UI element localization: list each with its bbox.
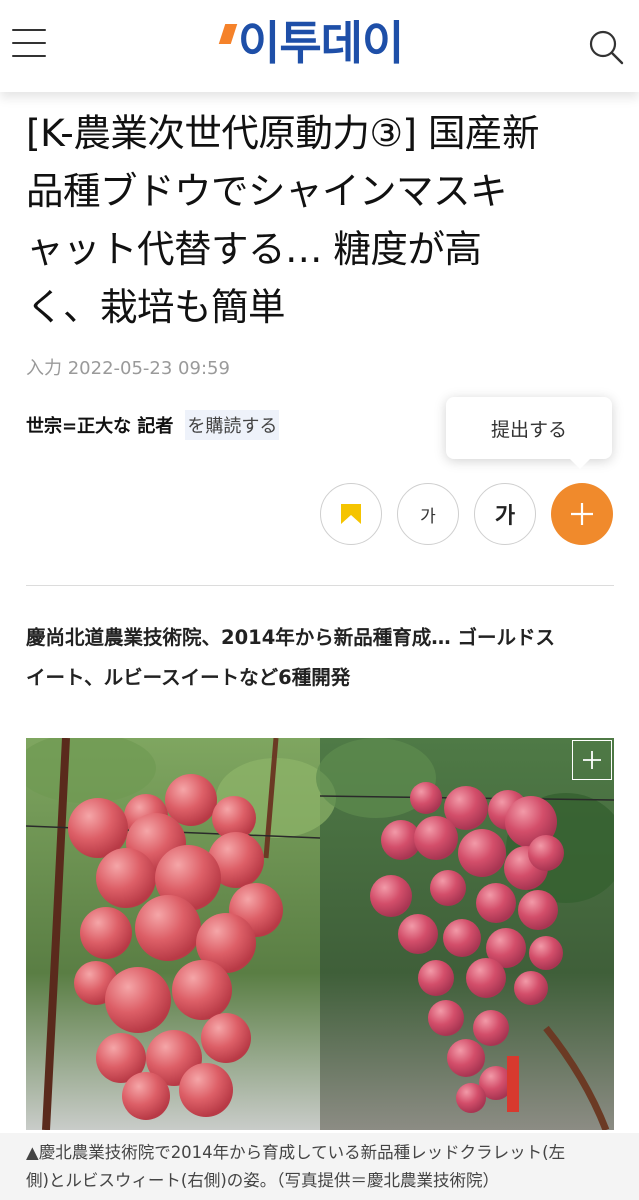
headline-line: く、栽培も簡単 xyxy=(26,285,286,329)
logo-text: 이투데이 xyxy=(238,16,404,70)
article-subheading: 慶尚北道農業技術院、2014年から新品種育成… ゴールドス イート、ルビースイー… xyxy=(26,618,616,698)
reporter-name[interactable]: 世宗=正大な 記者 xyxy=(26,412,173,438)
subhead-line: 慶尚北道農業技術院、2014年から新品種育成… ゴールドス xyxy=(26,626,556,649)
subhead-line: イート、ルビースイートなど6種開発 xyxy=(26,666,351,689)
article-photo[interactable] xyxy=(26,738,614,1130)
caption-line: ▲慶北農業技術院で2014年から育成している新品種レッドクラレット(左 xyxy=(26,1143,566,1162)
headline-line: 品種ブドウでシャインマスキ xyxy=(26,169,508,213)
photo-caption: ▲慶北農業技術院で2014年から育成している新品種レッドクラレット(左 側)とル… xyxy=(0,1133,639,1200)
logo-accent-mark xyxy=(218,24,238,44)
byline: 世宗=正大な 記者 を購読する xyxy=(26,410,280,440)
subscribe-link[interactable]: を購読する xyxy=(185,410,280,440)
more-options-button[interactable] xyxy=(551,483,613,545)
headline-line: [K-農業次世代原動力③] 国産新 xyxy=(26,111,539,155)
bookmark-icon xyxy=(341,504,361,524)
submit-tooltip[interactable]: 提出する xyxy=(446,397,612,469)
article-headline: [K-農業次世代原動力③] 国産新 品種ブドウでシャインマスキ ャット代替する…… xyxy=(26,104,618,336)
bookmark-button[interactable] xyxy=(320,483,382,545)
caption-line: 側)とルビスウィート(右側)の姿。（写真提供＝慶北農業技術院） xyxy=(26,1171,500,1190)
font-size-small-button[interactable]: 가 xyxy=(397,483,459,545)
hamburger-menu-icon[interactable] xyxy=(12,27,46,61)
divider xyxy=(26,585,614,586)
site-logo[interactable]: 이투데이 xyxy=(218,16,404,70)
font-size-large-button[interactable]: 가 xyxy=(474,483,536,545)
tooltip-label: 提出する xyxy=(490,418,567,441)
input-date: 入力 2022-05-23 09:59 xyxy=(26,358,230,379)
plus-icon xyxy=(571,503,593,525)
search-icon[interactable] xyxy=(587,28,625,66)
headline-line: ャット代替する… 糖度が高 xyxy=(26,227,482,271)
expand-plus-icon[interactable] xyxy=(572,740,612,780)
top-header: 이투데이 xyxy=(0,0,639,92)
font-small-label: 가 xyxy=(420,506,436,527)
font-large-label: 가 xyxy=(494,504,516,529)
